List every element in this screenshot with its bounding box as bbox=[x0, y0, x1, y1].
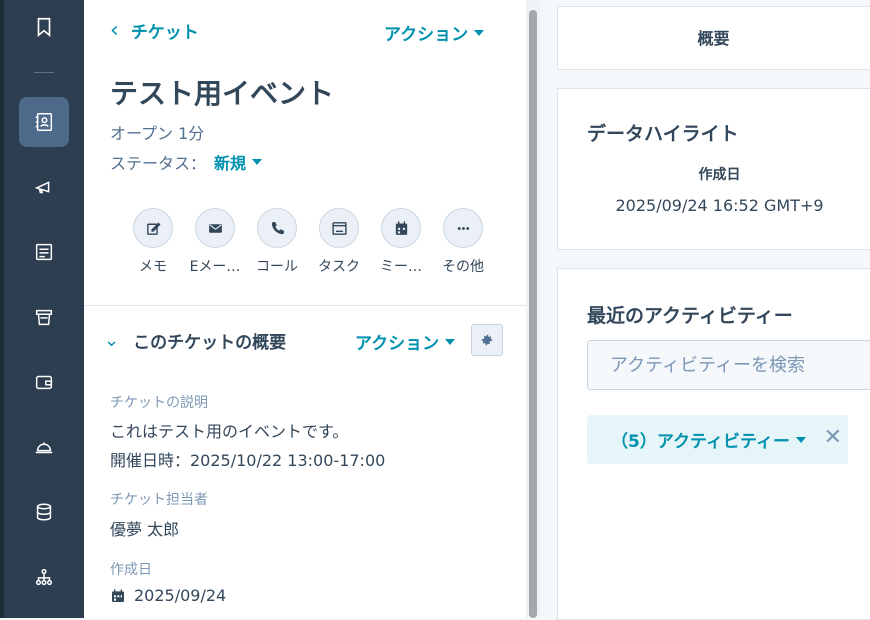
settings-button[interactable] bbox=[471, 324, 503, 356]
highlight-created-label: 作成日 bbox=[698, 167, 741, 183]
nav-wallet[interactable] bbox=[19, 357, 69, 407]
commerce-icon bbox=[35, 309, 53, 326]
created-label: 作成日 bbox=[110, 562, 152, 578]
description-label: チケットの説明 bbox=[110, 395, 208, 411]
created-value: 2025/09/24 bbox=[134, 586, 227, 605]
activity-search[interactable] bbox=[587, 340, 870, 390]
calendar-icon bbox=[112, 588, 124, 602]
more-action[interactable]: その他 bbox=[432, 208, 494, 276]
caret-down-icon bbox=[795, 436, 806, 443]
nav-commerce[interactable] bbox=[19, 292, 69, 342]
email-icon bbox=[208, 223, 222, 233]
sidebar-edge bbox=[0, 0, 4, 618]
qa-circle bbox=[257, 208, 297, 248]
status-value: 新規 bbox=[214, 154, 247, 173]
activity-filter-dropdown[interactable]: （5）アクティビティー bbox=[611, 427, 806, 452]
description-line-1[interactable]: これはテスト用のイベントです。 bbox=[110, 418, 348, 442]
status-dropdown[interactable]: 新規 bbox=[214, 150, 263, 174]
caret-down-icon bbox=[445, 338, 456, 345]
scrollbar-thumb[interactable] bbox=[529, 10, 537, 618]
about-section-toggle[interactable]: ⌄ このチケットの概要 bbox=[104, 328, 286, 353]
owner-label: チケット担当者 bbox=[110, 492, 208, 508]
task-action[interactable]: タスク bbox=[308, 208, 370, 276]
bookmark-icon bbox=[37, 17, 51, 38]
activity-filter-label: （5）アクティビティー bbox=[611, 432, 790, 452]
qa-label: コール bbox=[256, 259, 298, 275]
header-actions-button[interactable]: アクション bbox=[384, 20, 485, 45]
activity-search-input[interactable] bbox=[608, 353, 870, 377]
back-to-tickets-link[interactable]: ‹ チケット bbox=[110, 18, 199, 43]
qa-label: タスク bbox=[318, 259, 360, 275]
qa-circle bbox=[381, 208, 421, 248]
phone-icon bbox=[271, 221, 284, 234]
chevron-left-icon: ‹ bbox=[110, 17, 119, 43]
note-action[interactable]: メモ bbox=[122, 208, 184, 276]
activity-title: 最近のアクティビティー bbox=[587, 305, 793, 327]
tab-overview[interactable]: 概要 bbox=[557, 8, 870, 66]
nav-marketing[interactable] bbox=[19, 162, 69, 212]
qa-circle bbox=[443, 208, 483, 248]
service-icon bbox=[35, 442, 53, 454]
marketing-icon bbox=[34, 181, 50, 194]
contacts-icon bbox=[35, 113, 53, 131]
created-date-field[interactable]: 2025/09/24 bbox=[110, 586, 226, 605]
caret-down-icon bbox=[474, 29, 485, 36]
more-icon bbox=[457, 226, 469, 230]
nav-reports[interactable] bbox=[19, 227, 69, 277]
record-title: テスト用イベント bbox=[110, 77, 335, 110]
header-actions-label: アクション bbox=[384, 25, 469, 45]
sidebar-divider bbox=[34, 72, 54, 73]
owner-value[interactable]: 優夢 太郎 bbox=[110, 516, 179, 540]
calendar-icon bbox=[395, 220, 407, 235]
qa-label: Eメー… bbox=[189, 259, 241, 275]
wallet-icon bbox=[35, 375, 53, 390]
about-actions-button[interactable]: アクション bbox=[355, 329, 456, 354]
email-action[interactable]: Eメー… bbox=[184, 208, 246, 276]
gear-icon bbox=[481, 334, 493, 346]
status-row: ステータス： 新規 bbox=[110, 150, 263, 174]
nav-bookmarks[interactable] bbox=[19, 2, 69, 52]
org-chart-icon bbox=[35, 568, 53, 586]
edit-icon bbox=[146, 222, 161, 235]
chevron-down-icon: ⌄ bbox=[104, 330, 120, 351]
meeting-action[interactable]: ミー… bbox=[370, 208, 432, 276]
nav-database[interactable] bbox=[19, 487, 69, 537]
close-icon[interactable]: ✕ bbox=[824, 427, 842, 449]
qa-label: ミー… bbox=[380, 259, 422, 275]
about-actions-label: アクション bbox=[355, 334, 440, 354]
back-label: チケット bbox=[130, 23, 199, 43]
qa-label: メモ bbox=[139, 259, 167, 275]
caret-down-icon bbox=[252, 159, 263, 165]
highlights-title: データハイライト bbox=[587, 123, 739, 145]
highlight-created-value: 2025/09/24 16:52 GMT+9 bbox=[615, 196, 824, 215]
quick-actions: メモ Eメー… コール タスク ミー… その他 bbox=[122, 208, 494, 276]
qa-circle bbox=[133, 208, 173, 248]
qa-label: その他 bbox=[442, 259, 484, 275]
reports-icon bbox=[35, 243, 53, 261]
task-icon bbox=[331, 221, 347, 235]
description-line-2[interactable]: 開催日時：2025/10/22 13:00-17:00 bbox=[110, 447, 385, 471]
activity-filter-chip: （5）アクティビティー ✕ bbox=[587, 415, 848, 464]
sidebar bbox=[0, 0, 84, 618]
status-label: ステータス： bbox=[110, 154, 207, 173]
nav-contacts[interactable] bbox=[19, 97, 69, 147]
qa-circle bbox=[195, 208, 235, 248]
nav-org-chart[interactable] bbox=[19, 552, 69, 602]
divider bbox=[84, 305, 526, 306]
open-time: オープン 1分 bbox=[110, 124, 205, 143]
call-action[interactable]: コール bbox=[246, 208, 308, 276]
database-icon bbox=[36, 503, 52, 521]
about-section-title: このチケットの概要 bbox=[133, 333, 287, 353]
nav-service[interactable] bbox=[19, 422, 69, 472]
qa-circle bbox=[319, 208, 359, 248]
